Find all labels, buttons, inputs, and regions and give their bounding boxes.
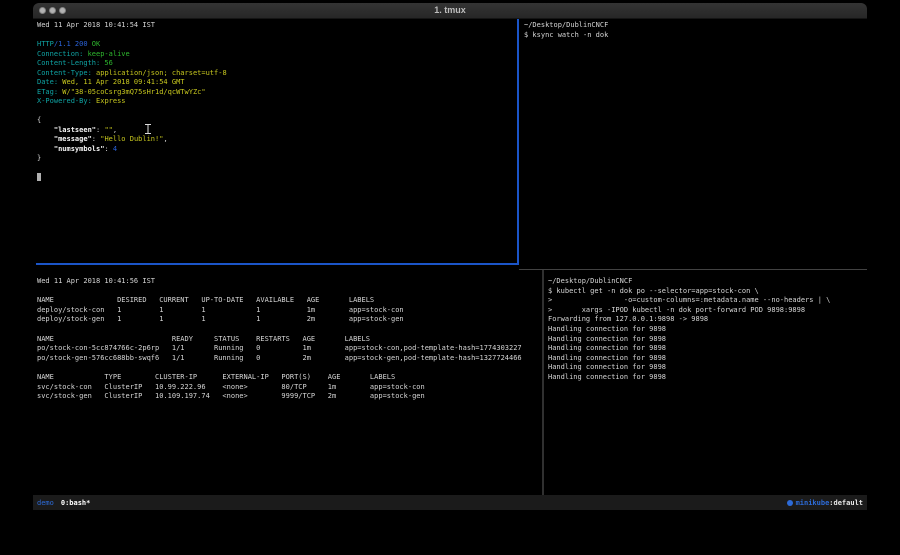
pane-divider-horizontal-left[interactable] (36, 263, 519, 265)
i-beam-cursor (144, 123, 152, 135)
pane-port-forward[interactable]: ~/Desktop/DublinCNCF$ kubectl get -n dok… (545, 265, 867, 495)
terminal-line: { (37, 116, 520, 126)
terminal-line: } (37, 154, 520, 164)
terminal-line: NAME READY STATUS RESTARTS AGE LABELS (37, 335, 546, 345)
terminal-window: 1. tmux Wed 11 Apr 2018 10:41:54 IST HTT… (33, 3, 867, 510)
terminal-line: Connection: keep-alive (37, 50, 520, 60)
terminal-line: deploy/stock-gen 1 1 1 1 2m app=stock-ge… (37, 315, 546, 325)
pane-http-response[interactable]: Wed 11 Apr 2018 10:41:54 IST HTTP/1.1 20… (33, 19, 520, 265)
pane-divider-horizontal-right[interactable] (519, 269, 867, 270)
terminal-line: Handling connection for 9898 (548, 344, 867, 354)
terminal-line: deploy/stock-con 1 1 1 1 1m app=stock-co… (37, 306, 546, 316)
terminal-line: ETag: W/"38-05coCsrg3mQ75sHr1d/qcWTwYZc" (37, 88, 520, 98)
terminal-line: ~/Desktop/DublinCNCF (548, 277, 867, 287)
terminal-line: $ kubectl get -n dok po --selector=app=s… (548, 287, 867, 297)
terminal-line (37, 107, 520, 117)
terminal-line: "lastseen": "", (37, 126, 520, 136)
terminal-line (37, 287, 546, 297)
tmux-session: Wed 11 Apr 2018 10:41:54 IST HTTP/1.1 20… (33, 19, 867, 510)
terminal-line: Handling connection for 9898 (548, 335, 867, 345)
status-bar-right: minikube :default (787, 499, 863, 507)
terminal-line: > -o=custom-columns=:metadata.name --no-… (548, 296, 867, 306)
terminal-line: Handling connection for 9898 (548, 325, 867, 335)
session-name: demo (37, 499, 54, 507)
terminal-line: ~/Desktop/DublinCNCF (524, 21, 867, 31)
pane-kubectl-resources[interactable]: Wed 11 Apr 2018 10:41:56 IST NAME DESIRE… (33, 265, 546, 495)
terminal-line: NAME TYPE CLUSTER-IP EXTERNAL-IP PORT(S)… (37, 373, 546, 383)
terminal-line: Content-Type: application/json; charset=… (37, 69, 520, 79)
terminal-line: NAME DESIRED CURRENT UP-TO-DATE AVAILABL… (37, 296, 546, 306)
terminal-line (37, 173, 520, 183)
window-title: 1. tmux (33, 5, 867, 15)
pane-divider-vertical-top[interactable] (517, 19, 519, 265)
kube-namespace: :default (829, 499, 863, 507)
terminal-line: HTTP/1.1 200 OK (37, 40, 520, 50)
pane-ksync-watch[interactable]: ~/Desktop/DublinCNCF$ ksync watch -n dok (520, 19, 867, 265)
terminal-line: po/stock-con-5cc874766c-2p6rp 1/1 Runnin… (37, 344, 546, 354)
terminal-line: $ ksync watch -n dok (524, 31, 867, 41)
terminal-line (37, 164, 520, 174)
terminal-line (37, 363, 546, 373)
kubernetes-icon (787, 500, 793, 506)
title-bar[interactable]: 1. tmux (33, 3, 867, 19)
terminal-line: po/stock-gen-576cc688bb-swqf6 1/1 Runnin… (37, 354, 546, 364)
terminal-line: Handling connection for 9898 (548, 363, 867, 373)
terminal-line: Handling connection for 9898 (548, 354, 867, 364)
active-window-label: 0:bash* (61, 499, 91, 507)
terminal-line: X-Powered-By: Express (37, 97, 520, 107)
terminal-line: "message": "Hello Dublin!", (37, 135, 520, 145)
terminal-line: "numsymbols": 4 (37, 145, 520, 155)
kube-context: minikube (796, 499, 830, 507)
terminal-line: svc/stock-con ClusterIP 10.99.222.96 <no… (37, 383, 546, 393)
terminal-line: Forwarding from 127.0.0.1:9898 -> 9898 (548, 315, 867, 325)
terminal-line: Wed 11 Apr 2018 10:41:54 IST (37, 21, 520, 31)
terminal-line: Handling connection for 9898 (548, 373, 867, 383)
tmux-status-bar: demo 0:bash* minikube :default (33, 495, 867, 510)
terminal-line: > xargs -IPOD kubectl -n dok port-forwar… (548, 306, 867, 316)
terminal-line (37, 325, 546, 335)
terminal-line: Wed 11 Apr 2018 10:41:56 IST (37, 277, 546, 287)
terminal-line (37, 31, 520, 41)
terminal-line: Content-Length: 56 (37, 59, 520, 69)
pane-divider-vertical-bottom[interactable] (542, 270, 544, 495)
desktop-background: 1. tmux Wed 11 Apr 2018 10:41:54 IST HTT… (0, 0, 900, 555)
terminal-line: Date: Wed, 11 Apr 2018 09:41:54 GMT (37, 78, 520, 88)
terminal-line: svc/stock-gen ClusterIP 10.109.197.74 <n… (37, 392, 546, 402)
